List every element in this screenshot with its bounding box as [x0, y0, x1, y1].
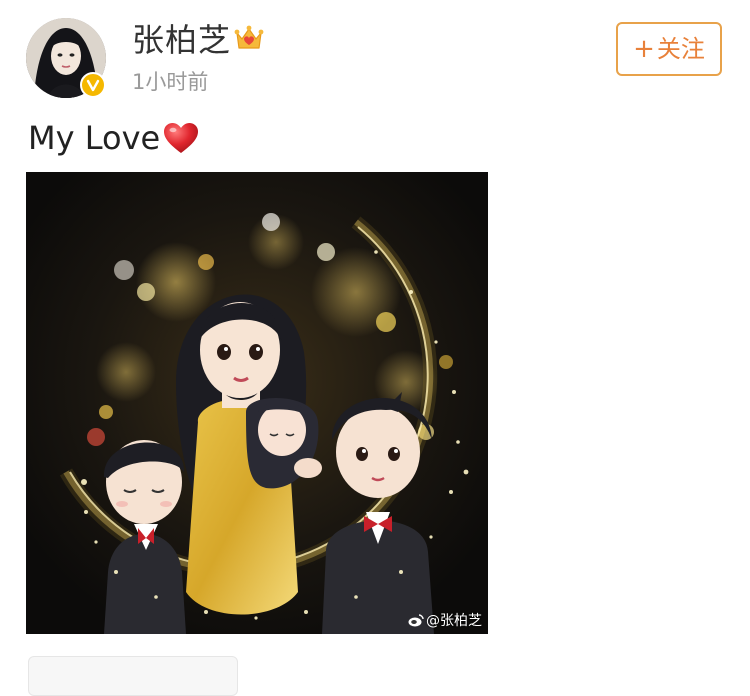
post-image[interactable]: @张柏芝 — [26, 172, 488, 634]
vip-crown-icon[interactable] — [234, 24, 264, 52]
post-timestamp: 1小时前 — [132, 70, 209, 94]
follow-button-label: 关注 — [656, 35, 705, 63]
image-watermark: @张柏芝 — [408, 610, 482, 630]
baby — [246, 398, 322, 489]
plus-icon: + — [633, 34, 655, 64]
post-header: 张柏芝 1小时前 + 关注 — [0, 0, 750, 110]
heart-icon — [164, 123, 199, 153]
post-text: My Love — [28, 116, 200, 160]
author-name[interactable]: 张柏芝 — [132, 20, 231, 60]
post-text-content: My Love — [28, 119, 161, 157]
bottom-action-chip[interactable] — [28, 656, 238, 696]
verified-badge-icon — [80, 72, 106, 98]
watermark-text: @张柏芝 — [426, 613, 482, 629]
weibo-icon — [408, 614, 424, 627]
family-illustration — [26, 172, 488, 634]
follow-button[interactable]: + 关注 — [616, 22, 722, 76]
